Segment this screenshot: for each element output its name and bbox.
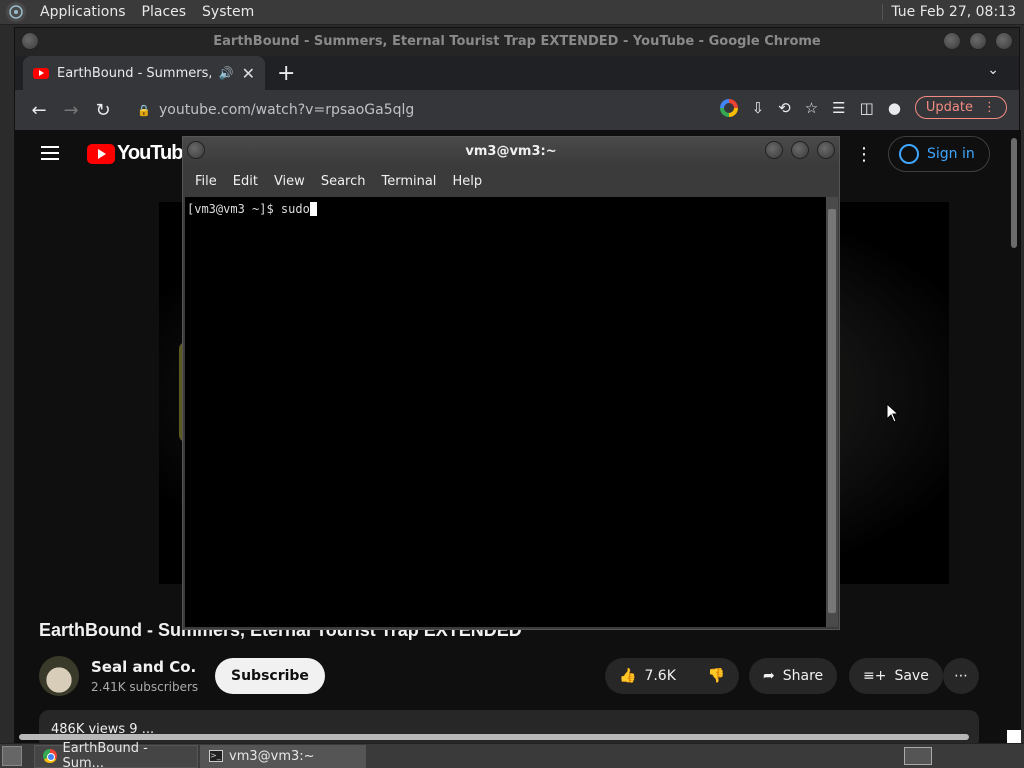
horizontal-scrollbar[interactable]: [19, 734, 969, 740]
terminal-maximize-button[interactable]: [791, 141, 809, 159]
workspace-switcher[interactable]: [904, 747, 932, 765]
terminal-icon: >_: [209, 750, 223, 762]
vertical-scrollbar[interactable]: [1011, 138, 1017, 248]
scrollbar-corner: [1007, 730, 1021, 744]
shell-prompt: [vm3@vm3 ~]$: [187, 202, 281, 216]
minimize-button[interactable]: [943, 32, 961, 50]
tab-youtube[interactable]: EarthBound - Summers, E 🔊 ✕: [23, 56, 265, 90]
more-horizontal-icon: ⋯: [954, 668, 968, 684]
address-bar[interactable]: 🔒 youtube.com/watch?v=rpsaoGa5qlg: [133, 96, 733, 124]
taskbar-item-terminal[interactable]: >_ vm3@vm3:~: [200, 744, 366, 768]
account-circle-icon: [899, 144, 919, 164]
terminal-title: vm3@vm3:~: [465, 144, 557, 159]
profile-icon[interactable]: ●: [888, 99, 901, 117]
places-menu[interactable]: Places: [134, 4, 195, 20]
terminal-titlebar[interactable]: vm3@vm3:~: [183, 137, 839, 167]
google-lens-icon[interactable]: [719, 98, 738, 117]
desktop: Applications Places System Tue Feb 27, 0…: [0, 0, 1024, 768]
window-menu-button[interactable]: [21, 32, 39, 50]
menu-edit[interactable]: Edit: [225, 174, 266, 189]
menu-help[interactable]: Help: [444, 174, 490, 189]
chrome-titlebar[interactable]: EarthBound - Summers, Eternal Tourist Tr…: [15, 28, 1019, 56]
browser-toolbar: ← → ↻ 🔒 youtube.com/watch?v=rpsaoGa5qlg …: [15, 90, 1019, 130]
back-button[interactable]: ←: [23, 100, 55, 121]
menu-terminal[interactable]: Terminal: [373, 174, 444, 189]
chrome-window-title: EarthBound - Summers, Eternal Tourist Tr…: [213, 34, 821, 49]
terminal-close-button[interactable]: [817, 141, 835, 159]
close-tab-icon[interactable]: ✕: [242, 64, 255, 83]
menu-file[interactable]: File: [187, 174, 225, 189]
save-label: Save: [894, 668, 929, 684]
sign-in-button[interactable]: Sign in: [888, 136, 990, 172]
more-actions-button[interactable]: ⋯: [943, 658, 979, 694]
system-menu[interactable]: System: [194, 4, 262, 20]
show-desktop-icon[interactable]: [2, 746, 22, 766]
taskbar-terminal-label: vm3@vm3:~: [229, 748, 315, 764]
like-dislike-group: 👍 7.6K 👎: [605, 658, 739, 694]
url-text[interactable]: youtube.com/watch?v=rpsaoGa5qlg: [159, 102, 414, 118]
bookmark-star-icon[interactable]: ☆: [805, 99, 818, 117]
media-controls-icon[interactable]: ☰: [832, 99, 845, 117]
subscriber-count: 2.41K subscribers: [91, 680, 199, 694]
youtube-play-icon: [87, 143, 115, 164]
typed-command: sudo: [280, 202, 310, 216]
hamburger-menu-icon[interactable]: [41, 146, 59, 164]
taskbar-chrome-label: EarthBound - Sum...: [62, 741, 148, 768]
new-tab-button[interactable]: +: [277, 61, 295, 86]
tab-title: EarthBound - Summers, E: [57, 65, 211, 81]
save-button[interactable]: ≡+ Save: [849, 658, 943, 694]
menu-view[interactable]: View: [266, 174, 313, 189]
youtube-favicon-icon: [33, 67, 49, 79]
channel-row: Seal and Co. 2.41K subscribers Subscribe…: [39, 652, 999, 700]
terminal-scrollbar[interactable]: [826, 197, 838, 627]
terminal-scroll-thumb[interactable]: [828, 209, 836, 613]
taskbar-item-chrome[interactable]: EarthBound - Sum...: [34, 741, 198, 768]
menu-search[interactable]: Search: [313, 174, 374, 189]
share-arrow-icon: ➦: [763, 668, 775, 684]
share-icon[interactable]: ⟲: [778, 99, 791, 117]
terminal-output[interactable]: [vm3@vm3 ~]$ sudo: [185, 197, 827, 627]
text-cursor: [309, 202, 317, 216]
tab-strip: EarthBound - Summers, E 🔊 ✕ + ⌄: [15, 56, 1019, 90]
like-icon[interactable]: 👍: [619, 668, 636, 684]
side-panel-icon[interactable]: ◫: [860, 99, 874, 117]
terminal-window-menu-button[interactable]: [187, 141, 205, 159]
update-button[interactable]: Update ⋮: [914, 96, 1007, 119]
close-window-button[interactable]: [995, 32, 1013, 50]
mouse-pointer-icon: [886, 403, 900, 423]
lock-icon[interactable]: 🔒: [137, 104, 151, 117]
clock[interactable]: Tue Feb 27, 08:13: [882, 4, 1024, 20]
update-label: Update: [925, 100, 973, 115]
share-label: Share: [782, 668, 824, 684]
maximize-button[interactable]: [969, 32, 987, 50]
terminal-window: vm3@vm3:~ File Edit View Search Terminal…: [182, 136, 840, 630]
bottom-panel: EarthBound - Sum... >_ vm3@vm3:~: [0, 741, 1024, 768]
share-button[interactable]: ➦ Share: [749, 658, 838, 694]
install-app-icon[interactable]: ⇩: [752, 99, 765, 117]
top-panel: Applications Places System Tue Feb 27, 0…: [0, 0, 1024, 25]
tab-search-icon[interactable]: ⌄: [987, 62, 999, 78]
channel-avatar[interactable]: [39, 656, 79, 696]
dislike-icon[interactable]: 👎: [708, 668, 725, 684]
channel-name[interactable]: Seal and Co.: [91, 658, 196, 676]
reload-button[interactable]: ↻: [87, 100, 119, 121]
distro-logo-icon[interactable]: [6, 2, 26, 22]
chrome-icon: [43, 749, 57, 763]
forward-button[interactable]: →: [55, 100, 87, 121]
subscribe-button[interactable]: Subscribe: [215, 658, 325, 694]
sign-in-label: Sign in: [927, 146, 975, 162]
kebab-menu-icon: ⋮: [983, 100, 996, 115]
youtube-logo[interactable]: YouTube: [87, 142, 194, 165]
audio-playing-icon[interactable]: 🔊: [219, 66, 234, 80]
playlist-add-icon: ≡+: [863, 668, 887, 684]
terminal-minimize-button[interactable]: [765, 141, 783, 159]
like-count[interactable]: 7.6K: [644, 668, 675, 684]
settings-more-icon[interactable]: ⋮: [855, 144, 873, 165]
applications-menu[interactable]: Applications: [32, 4, 134, 20]
terminal-menubar: File Edit View Search Terminal Help: [183, 167, 839, 195]
